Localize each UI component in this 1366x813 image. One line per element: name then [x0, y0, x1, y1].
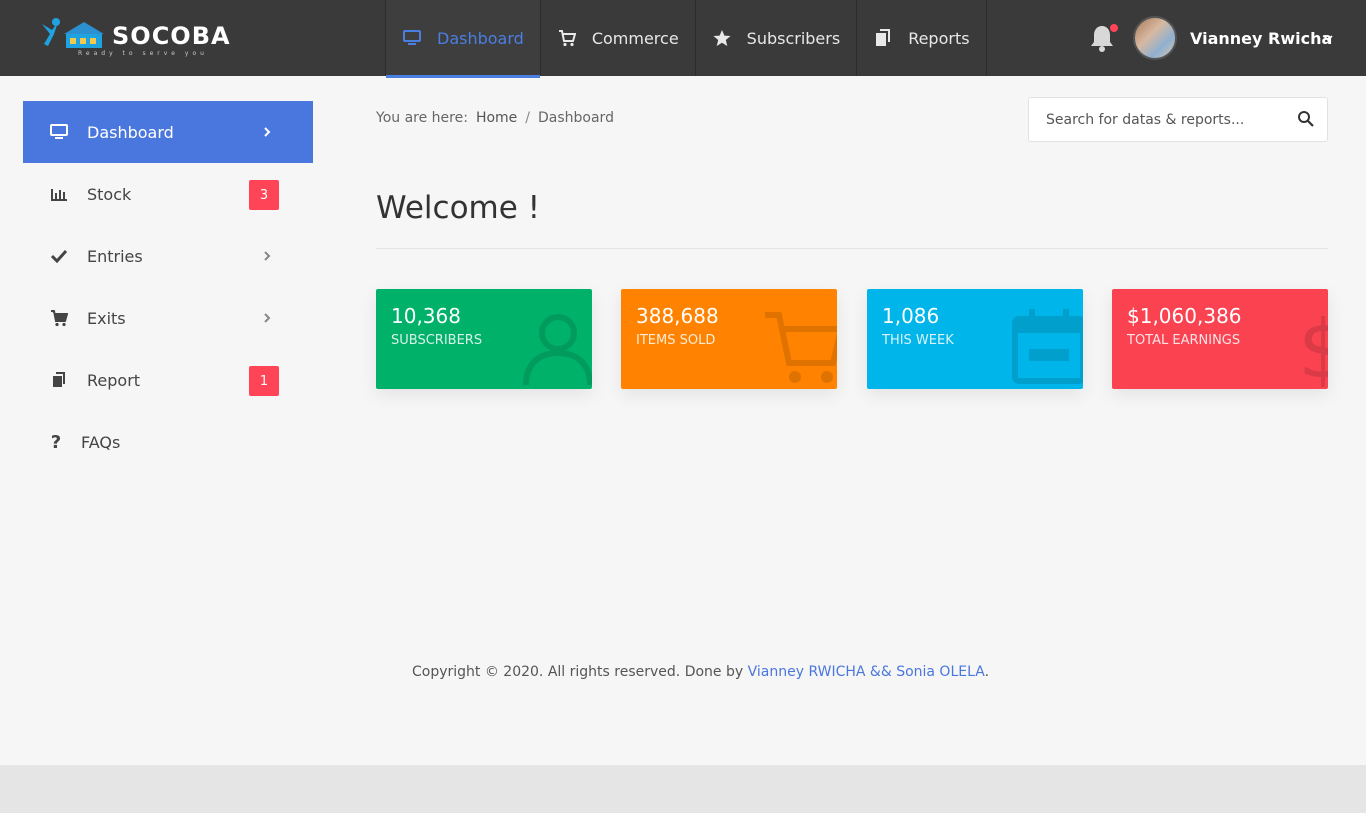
- chevron-right-icon: [264, 313, 271, 323]
- stat-card-items-sold[interactable]: 388,688 ITEMS SOLD: [621, 289, 837, 389]
- sidebar-item-dashboard[interactable]: Dashboard: [23, 101, 313, 163]
- sidebar-item-label: Report: [87, 370, 141, 390]
- footer-text: Copyright © 2020. All rights reserved. D…: [412, 664, 748, 680]
- svg-text:$: $: [1298, 307, 1328, 387]
- search-icon[interactable]: [1297, 110, 1315, 128]
- monitor-icon: [402, 28, 422, 48]
- stat-value: 1,086: [882, 304, 940, 328]
- question-icon: ?: [50, 431, 62, 453]
- stat-label: SUBSCRIBERS: [391, 333, 483, 348]
- stat-card-this-week[interactable]: 1,086 THIS WEEK: [867, 289, 1083, 389]
- sidebar-item-entries[interactable]: Entries: [23, 225, 313, 287]
- sidebar-item-label: Exits: [87, 308, 126, 328]
- user-icon: [523, 314, 592, 386]
- top-nav: Dashboard Commerce Subscribers Reports: [385, 0, 987, 78]
- sidebar-item-stock[interactable]: Stock 3: [23, 163, 313, 225]
- stat-card-total-earnings[interactable]: $1,060,386 TOTAL EARNINGS $: [1112, 289, 1328, 389]
- stat-label: TOTAL EARNINGS: [1127, 333, 1241, 348]
- topnav-dashboard[interactable]: Dashboard: [386, 0, 541, 78]
- chevron-right-icon: [264, 251, 271, 261]
- sidebar: Dashboard Stock 3 Entries Exits Report 1…: [23, 101, 313, 473]
- page-title: Welcome !: [376, 190, 541, 226]
- cart-icon: [557, 28, 577, 48]
- breadcrumb-separator: /: [525, 110, 530, 126]
- monitor-icon: [49, 122, 69, 142]
- topnav-label: Reports: [908, 28, 970, 48]
- stat-card-subscribers[interactable]: 10,368 SUBSCRIBERS: [376, 289, 592, 389]
- search-box: [1028, 97, 1328, 142]
- stat-value: 10,368: [391, 304, 461, 328]
- stat-label: THIS WEEK: [882, 333, 954, 348]
- chevron-right-icon: [264, 127, 271, 137]
- stat-value: 388,688: [636, 304, 719, 328]
- brand-logo[interactable]: SOCOBA Ready to serve you: [38, 14, 231, 60]
- sidebar-item-exits[interactable]: Exits: [23, 287, 313, 349]
- chevron-down-icon[interactable]: [1323, 33, 1333, 43]
- sidebar-item-report[interactable]: Report 1: [23, 349, 313, 411]
- sidebar-item-label: FAQs: [81, 432, 121, 452]
- footer: Copyright © 2020. All rights reserved. D…: [412, 664, 989, 680]
- dollar-icon: $: [1298, 307, 1328, 387]
- topnav-reports[interactable]: Reports: [857, 0, 987, 76]
- sidebar-item-label: Stock: [87, 184, 132, 204]
- breadcrumb-home-link[interactable]: Home: [476, 110, 517, 126]
- report-count-badge: 1: [249, 366, 279, 396]
- sidebar-item-label: Entries: [87, 246, 143, 266]
- sidebar-item-label: Dashboard: [87, 122, 174, 142]
- breadcrumb: You are here: Home / Dashboard: [376, 110, 614, 126]
- bar-chart-icon: [49, 184, 69, 204]
- search-input[interactable]: [1029, 98, 1285, 141]
- bottom-band: [0, 765, 1366, 813]
- stat-label: ITEMS SOLD: [636, 333, 716, 348]
- topnav-label: Subscribers: [746, 28, 841, 48]
- breadcrumb-current: Dashboard: [538, 110, 614, 126]
- topnav-subscribers[interactable]: Subscribers: [696, 0, 858, 76]
- topnav-commerce[interactable]: Commerce: [541, 0, 696, 76]
- sidebar-item-faqs[interactable]: ? FAQs: [23, 411, 313, 473]
- stock-count-badge: 3: [249, 180, 279, 210]
- star-icon: [712, 28, 732, 48]
- check-icon: [49, 246, 69, 266]
- cart-icon: [49, 308, 69, 328]
- top-navbar: SOCOBA Ready to serve you Dashboard Comm…: [0, 0, 1366, 78]
- copy-icon: [49, 370, 69, 390]
- avatar[interactable]: [1133, 16, 1177, 60]
- copy-icon: [873, 28, 893, 48]
- brand-tagline: Ready to serve you: [78, 50, 208, 57]
- brand-name: SOCOBA: [112, 22, 231, 50]
- notification-dot: [1110, 24, 1118, 32]
- topnav-label: Dashboard: [437, 28, 524, 48]
- breadcrumb-prefix: You are here:: [376, 110, 468, 126]
- footer-authors-link[interactable]: Vianney RWICHA && Sonia OLELA: [748, 664, 985, 680]
- footer-end: .: [984, 664, 990, 680]
- calendar-icon: [1012, 309, 1083, 384]
- cart-icon: [765, 312, 837, 383]
- divider: [376, 248, 1328, 249]
- topnav-label: Commerce: [591, 28, 679, 48]
- stat-value: $1,060,386: [1127, 304, 1242, 328]
- user-name[interactable]: Vianney Rwicha: [1190, 29, 1332, 48]
